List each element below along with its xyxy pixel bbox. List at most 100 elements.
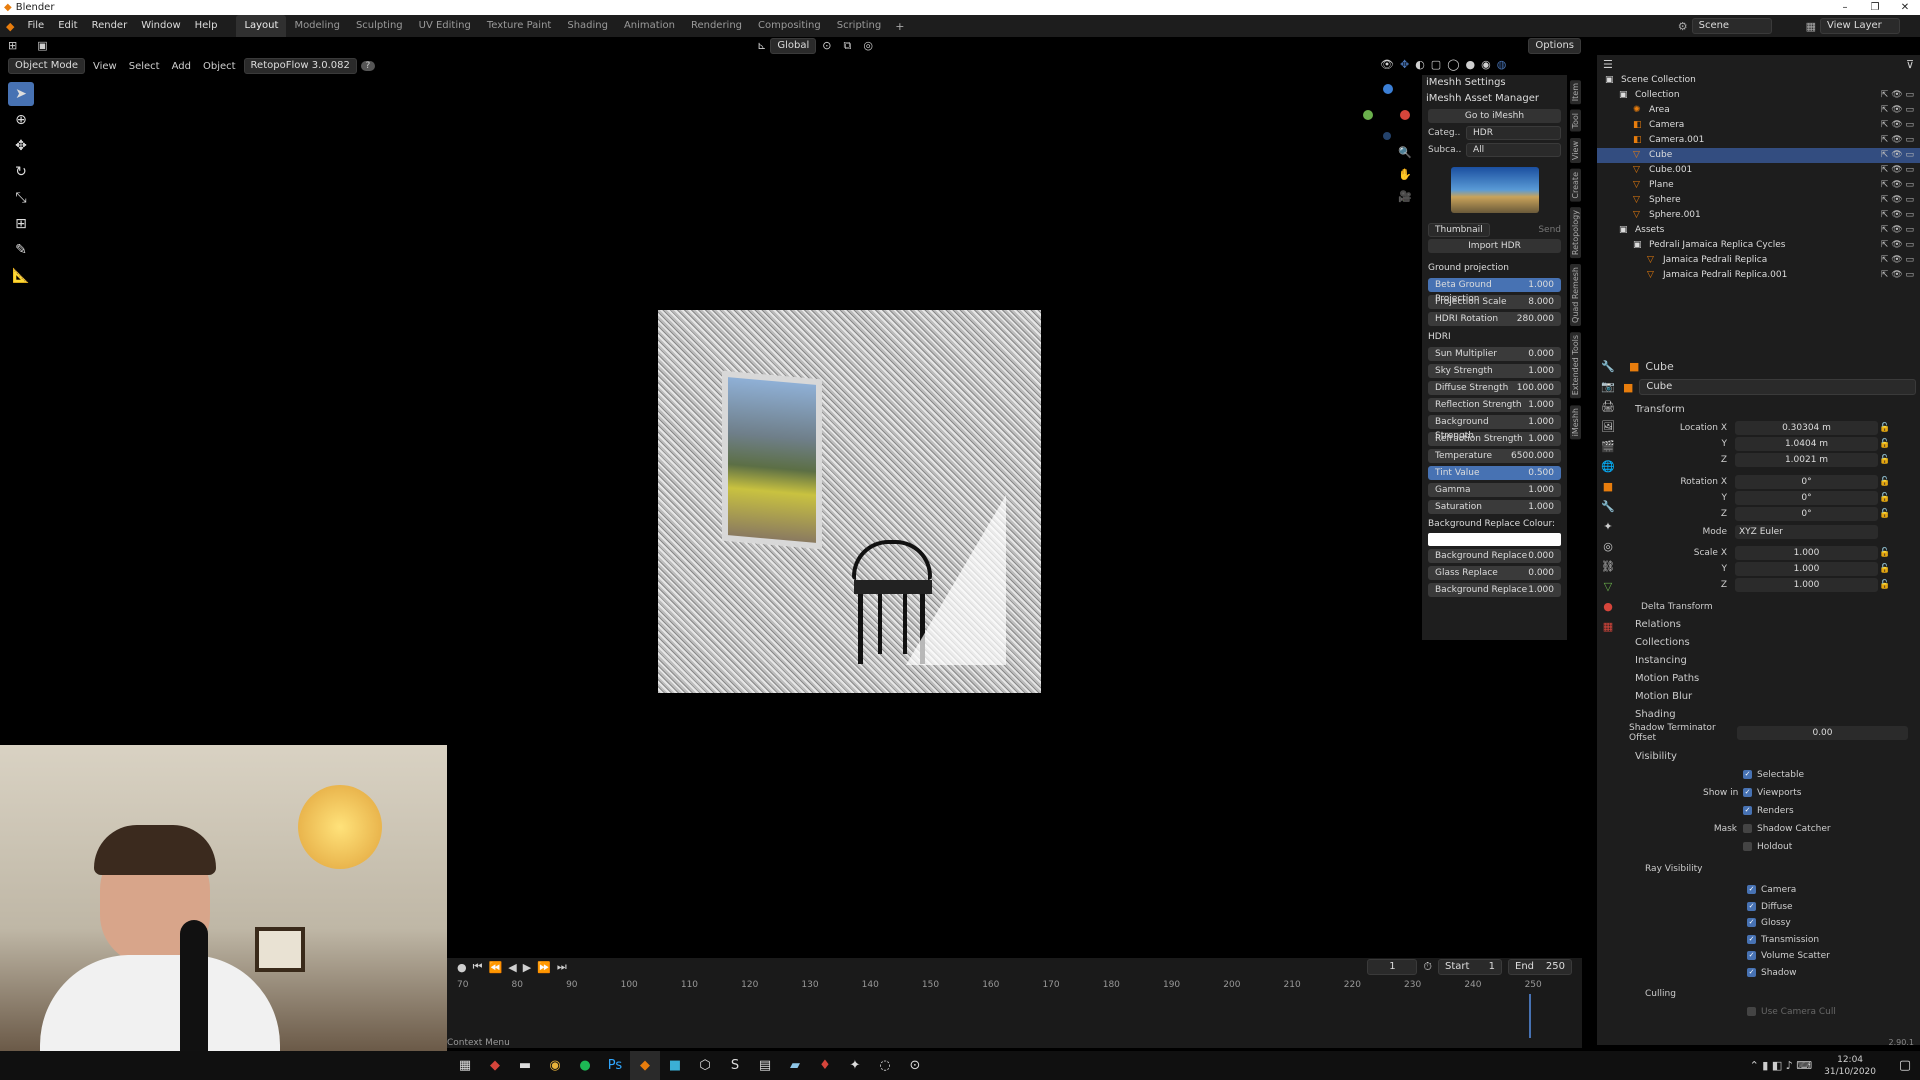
outliner-visibility-icons[interactable]: ⇱ 👁 ▭ (1881, 238, 1914, 253)
material-shading-icon[interactable]: ◉ (1481, 58, 1491, 71)
ray-transmission-checkbox[interactable]: ✓ Transmission (1747, 932, 1920, 949)
select-menu[interactable]: Select (125, 61, 164, 72)
menu-file[interactable]: File (20, 15, 51, 37)
tab-rendering[interactable]: Rendering (683, 15, 750, 37)
visibility-icon[interactable]: 👁 (1380, 58, 1394, 71)
slider-background-replace[interactable]: Background Replace 1.000 (1428, 583, 1561, 597)
tab-shading[interactable]: Shading (559, 15, 616, 37)
outliner-row[interactable]: ▽ Jamaica Pedrali Replica.001 ⇱ 👁 ▭ (1597, 268, 1920, 283)
world-props-icon[interactable]: 🌐 (1597, 460, 1619, 480)
outliner-row[interactable]: ✺ Area ⇱ 👁 ▭ (1597, 103, 1920, 118)
proportional-icon[interactable]: ◎ (863, 39, 873, 52)
options-dropdown[interactable]: Options (1528, 37, 1581, 54)
lock-icon[interactable]: 🔓 (1878, 564, 1892, 574)
outliner-row[interactable]: ◧ Camera ⇱ 👁 ▭ (1597, 118, 1920, 133)
outliner-visibility-icons[interactable]: ⇱ 👁 ▭ (1881, 193, 1914, 208)
outliner-row[interactable]: ▽ Plane ⇱ 👁 ▭ (1597, 178, 1920, 193)
menu-render[interactable]: Render (85, 15, 135, 37)
sidebar-tab-imeshh[interactable]: iMeshh (1570, 404, 1581, 439)
section-collections[interactable]: Collections (1623, 634, 1920, 652)
scene-icon[interactable]: ⚙ (1674, 20, 1692, 33)
outliner-row[interactable]: ▽ Jamaica Pedrali Replica ⇱ 👁 ▭ (1597, 253, 1920, 268)
app-icon-8[interactable]: ♦ (810, 1051, 840, 1080)
object-props-icon[interactable]: ■ (1597, 480, 1619, 500)
app-icon-6[interactable]: ▤ (750, 1051, 780, 1080)
gizmo-icon[interactable]: ✥ (1400, 58, 1409, 71)
outliner-visibility-icons[interactable]: ⇱ 👁 ▭ (1881, 148, 1914, 163)
lock-icon[interactable]: 🔓 (1878, 439, 1892, 449)
slider-beta-ground-projection[interactable]: Beta Ground Projection 1.000 (1428, 278, 1561, 304)
app-icon-4[interactable]: ⬡ (690, 1051, 720, 1080)
section-motion-paths[interactable]: Motion Paths (1623, 670, 1920, 688)
pivot-icon[interactable]: ⊙ (822, 39, 831, 52)
play-reverse-icon[interactable]: ◀ (508, 961, 516, 974)
outliner-visibility-icons[interactable]: ⇱ 👁 ▭ (1881, 88, 1914, 103)
bg-replace-colour-swatch[interactable] (1428, 533, 1561, 546)
slider-projection-scale[interactable]: Projection Scale 8.000 (1428, 295, 1561, 309)
tab-layout[interactable]: Layout (236, 15, 287, 37)
view-layer-icon[interactable]: ▦ (1802, 20, 1820, 33)
jump-end-icon[interactable]: ⏭ (557, 960, 567, 974)
view-menu[interactable]: View (89, 61, 121, 72)
hdr-thumbnail[interactable] (1450, 167, 1539, 213)
outliner-visibility-icons[interactable]: ⇱ 👁 ▭ (1881, 178, 1914, 193)
lock-icon[interactable]: 🔓 (1878, 509, 1892, 519)
close-icon[interactable]: ✕ (1890, 2, 1920, 13)
outliner-row[interactable]: ▣ Assets ⇱ 👁 ▭ (1597, 223, 1920, 238)
outliner-row[interactable]: ◧ Camera.001 ⇱ 👁 ▭ (1597, 133, 1920, 148)
slider-reflection-strength[interactable]: Reflection Strength 1.000 (1428, 398, 1561, 412)
editor-type-icon[interactable]: ⊞ (8, 39, 17, 52)
outliner-visibility-icons[interactable]: ⇱ 👁 ▭ (1881, 118, 1914, 133)
slider-glass-replace[interactable]: Glass Replace 0.000 (1428, 566, 1561, 580)
scale-y-field[interactable]: 1.000 (1735, 561, 1878, 576)
restore-icon[interactable]: ❐ (1860, 2, 1890, 13)
playhead[interactable] (1529, 994, 1531, 1038)
section-shading[interactable]: Shading (1623, 706, 1920, 724)
sidebar-tab-quad-remesh[interactable]: Quad Remesh (1570, 264, 1581, 327)
lock-icon[interactable]: 🔓 (1878, 493, 1892, 503)
outliner-visibility-icons[interactable]: ⇱ 👁 ▭ (1881, 133, 1914, 148)
imeshh-settings-header[interactable]: iMeshh Settings (1422, 75, 1567, 91)
transform-section[interactable]: Transform (1623, 401, 1920, 419)
go-to-imeshh-button[interactable]: Go to iMeshh (1428, 109, 1561, 123)
record-icon[interactable]: ● (457, 961, 467, 974)
ray-visibility-section[interactable]: Ray Visibility (1623, 860, 1920, 878)
lock-icon[interactable]: 🔓 (1878, 423, 1892, 433)
holdout-checkbox[interactable]: Holdout (1743, 838, 1920, 856)
outliner-row[interactable]: ▽ Cube ⇱ 👁 ▭ (1597, 148, 1920, 163)
mode-dropdown[interactable]: Object Mode (8, 58, 85, 74)
subcategory-dropdown[interactable]: All (1466, 143, 1561, 157)
menu-edit[interactable]: Edit (51, 15, 84, 37)
snap-icon[interactable]: ⧉ (843, 39, 851, 53)
section-relations[interactable]: Relations (1623, 616, 1920, 634)
tray-icons[interactable]: ⌃ ▮ ◧ ♪ ⌨ (1750, 1059, 1813, 1072)
outliner-filter-icon[interactable]: ⊽ (1906, 58, 1914, 71)
use-camera-cull-checkbox[interactable]: Use Camera Cull (1623, 1003, 1920, 1021)
xray-icon[interactable]: ▢ (1431, 58, 1441, 71)
data-props-icon[interactable]: ▽ (1597, 580, 1619, 600)
slider-temperature[interactable]: Temperature 6500.000 (1428, 449, 1561, 463)
shadow-terminator-field[interactable]: 0.00 (1737, 726, 1908, 740)
outliner-visibility-icons[interactable]: ⇱ 👁 ▭ (1881, 223, 1914, 238)
menu-window[interactable]: Window (134, 15, 187, 37)
tab-sculpting[interactable]: Sculpting (348, 15, 411, 37)
culling-section[interactable]: Culling (1623, 985, 1920, 1003)
photoshop-icon[interactable]: Ps (600, 1051, 630, 1080)
app-icon-5[interactable]: S (720, 1051, 750, 1080)
tab-texture-paint[interactable]: Texture Paint (479, 15, 560, 37)
shadow-catcher-checkbox[interactable]: Shadow Catcher (1743, 820, 1831, 838)
rotation-x-field[interactable]: 0° (1735, 474, 1878, 489)
rendered-shading-icon[interactable]: ◍ (1497, 58, 1507, 71)
app-icon-10[interactable]: ◌ (870, 1051, 900, 1080)
material-props-icon[interactable]: ● (1597, 600, 1619, 620)
minimize-icon[interactable]: – (1830, 2, 1860, 13)
tab-animation[interactable]: Animation (616, 15, 683, 37)
select-box-icon[interactable]: ▣ (37, 39, 47, 52)
scene-field[interactable]: Scene (1691, 18, 1772, 34)
sidebar-tab-create[interactable]: Create (1570, 168, 1581, 202)
object-name-field[interactable]: Cube (1639, 379, 1916, 395)
viewports-checkbox[interactable]: ✓ Viewports (1743, 784, 1802, 802)
blender-menu-icon[interactable]: ◆ (0, 20, 20, 33)
solid-shading-icon[interactable]: ● (1466, 58, 1476, 71)
app-icon-9[interactable]: ✦ (840, 1051, 870, 1080)
